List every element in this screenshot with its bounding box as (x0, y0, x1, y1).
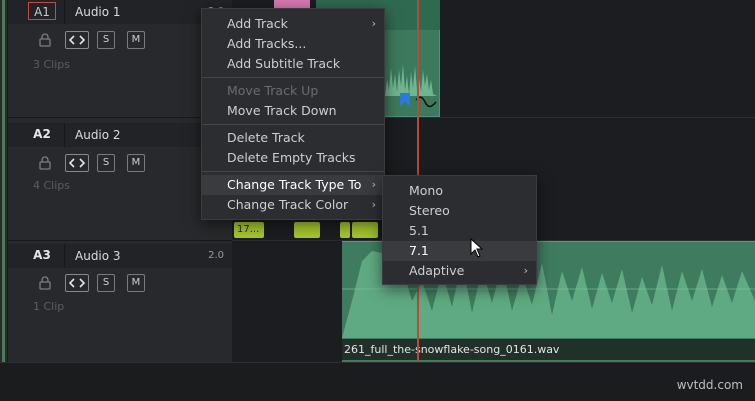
link-icon[interactable] (65, 31, 89, 49)
track-volume-value: 2.0 (208, 250, 224, 261)
track-header-a1[interactable]: A1 Audio 1 2.0 S M 3 Clips (8, 0, 232, 118)
menu-item-add-track[interactable]: Add Track › (202, 14, 384, 34)
track-header-a3[interactable]: A3 Audio 3 2.0 S M 1 Clip (8, 241, 232, 363)
track-id-badge[interactable]: A2 (28, 125, 56, 143)
track-color-bar (2, 0, 5, 362)
menu-item-change-track-type[interactable]: Change Track Type To › (202, 175, 384, 195)
lock-icon[interactable] (39, 33, 51, 47)
track-name-row: A2 Audio 2 (8, 123, 232, 147)
track-type-submenu: Mono Stereo 5.1 7.1 Adaptive › (382, 175, 537, 285)
track-name-label[interactable]: Audio 3 (64, 244, 232, 268)
menu-item-change-track-color[interactable]: Change Track Color › (202, 195, 384, 215)
link-icon[interactable] (65, 154, 89, 172)
menu-item-add-subtitle-track[interactable]: Add Subtitle Track (202, 54, 384, 74)
menu-item-delete-empty-tracks[interactable]: Delete Empty Tracks (202, 148, 384, 168)
waveform (385, 64, 437, 96)
clip-count-label: 3 Clips (33, 58, 71, 71)
audio-clip-yellow[interactable] (294, 222, 320, 238)
chevron-right-icon: › (523, 264, 528, 277)
solo-button[interactable]: S (97, 31, 115, 49)
lock-icon[interactable] (39, 156, 51, 170)
menu-item-delete-track[interactable]: Delete Track (202, 128, 384, 148)
audio-clip-yellow[interactable] (352, 222, 378, 238)
mouse-cursor-icon (470, 238, 484, 258)
track-name-row: A1 Audio 1 2.0 (8, 0, 232, 24)
audio-clip-yellow[interactable] (340, 222, 350, 238)
menu-separator (202, 171, 384, 172)
submenu-item-mono[interactable]: Mono (383, 181, 536, 201)
track-header-a2[interactable]: A2 Audio 2 S M 4 Clips (8, 118, 232, 241)
lock-icon[interactable] (39, 276, 51, 290)
mute-button[interactable]: M (127, 154, 145, 172)
submenu-item-7-1[interactable]: 7.1 (383, 241, 536, 261)
menu-item-add-tracks[interactable]: Add Tracks... (202, 34, 384, 54)
menu-separator (202, 124, 384, 125)
audio-clip-yellow[interactable]: 17... (234, 222, 264, 238)
track-id-badge[interactable]: A1 (28, 2, 56, 20)
menu-separator (202, 77, 384, 78)
timeline-bottom-bar (0, 362, 755, 401)
mute-button[interactable]: M (127, 31, 145, 49)
chevron-right-icon: › (371, 17, 376, 30)
mute-button[interactable]: M (127, 274, 145, 292)
track-id-badge[interactable]: A3 (28, 246, 56, 264)
solo-button[interactable]: S (97, 154, 115, 172)
marker-flag-icon[interactable] (400, 93, 410, 106)
menu-item-move-track-down[interactable]: Move Track Down (202, 101, 384, 121)
link-icon[interactable] (65, 274, 89, 292)
clip-count-label: 1 Clip (33, 300, 65, 313)
clip-count-label: 4 Clips (33, 179, 71, 192)
submenu-item-5-1[interactable]: 5.1 (383, 221, 536, 241)
menu-item-move-track-up: Move Track Up (227, 83, 319, 98)
track-color-strip (0, 0, 8, 362)
clip-name-label: 261_full_the-snowflake-song_0161.wav (342, 339, 755, 360)
chevron-right-icon: › (371, 178, 376, 191)
submenu-item-adaptive[interactable]: Adaptive › (383, 261, 536, 281)
submenu-item-stereo[interactable]: Stereo (383, 201, 536, 221)
track-context-menu: Add Track › Add Tracks... Add Subtitle Tr… (201, 8, 385, 220)
chevron-right-icon: › (371, 198, 376, 211)
watermark-text: wvtdd.com (676, 378, 743, 392)
solo-button[interactable]: S (97, 274, 115, 292)
track-name-row: A3 Audio 3 2.0 (8, 244, 232, 268)
